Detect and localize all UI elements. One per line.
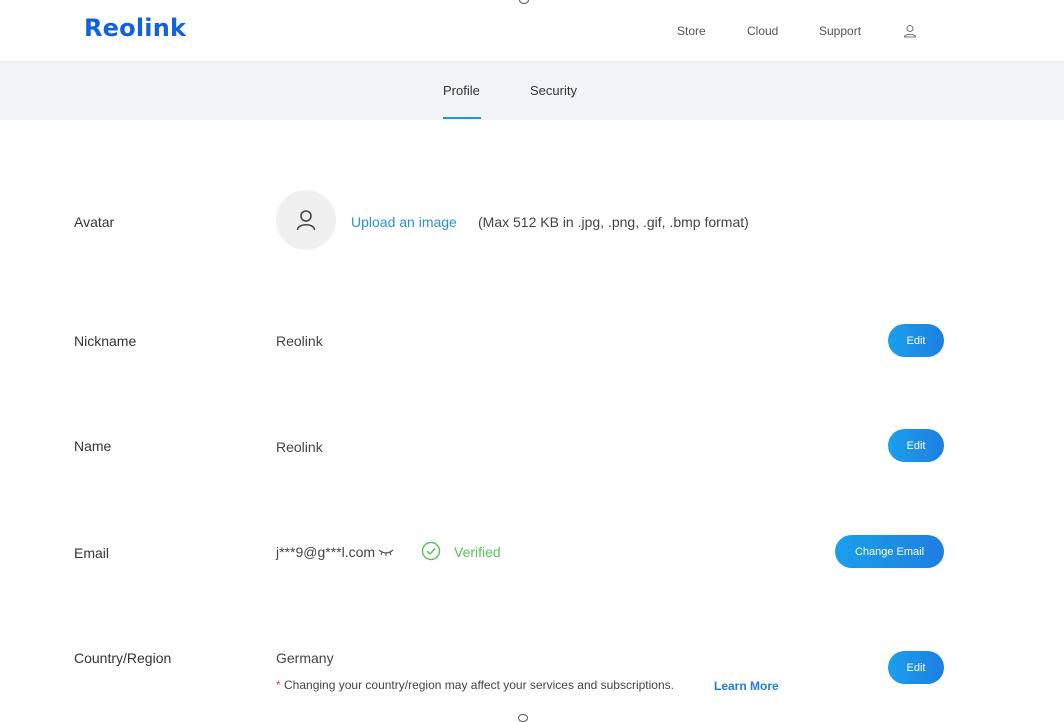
edit-nickname-button[interactable]: Edit — [888, 324, 944, 357]
upload-image-link[interactable]: Upload an image — [351, 214, 457, 230]
user-account-icon[interactable] — [903, 24, 917, 38]
reolink-logo[interactable]: Reolink — [84, 14, 186, 42]
country-change-note: * Changing your country/region may affec… — [276, 678, 674, 692]
top-header: Reolink Store Cloud Support — [0, 0, 1064, 62]
email-value: j***9@g***l.com — [276, 544, 376, 560]
name-label: Name — [74, 438, 112, 454]
name-value: Reolink — [276, 439, 323, 455]
cropped-glyph-bottom — [518, 714, 528, 722]
learn-more-link[interactable]: Learn More — [714, 679, 779, 693]
tab-security[interactable]: Security — [530, 83, 577, 98]
country-label: Country/Region — [74, 650, 172, 666]
upload-format-hint: (Max 512 KB in .jpg, .png, .gif, .bmp fo… — [478, 214, 749, 230]
change-email-button[interactable]: Change Email — [835, 535, 944, 568]
nav-cloud[interactable]: Cloud — [747, 24, 778, 38]
email-label: Email — [74, 545, 110, 561]
verified-status: Verified — [454, 544, 501, 560]
avatar-label: Avatar — [74, 214, 115, 230]
country-value: Germany — [276, 650, 334, 666]
edit-country-button[interactable]: Edit — [888, 651, 944, 684]
nickname-label: Nickname — [74, 333, 137, 349]
nav-store[interactable]: Store — [677, 24, 706, 38]
eye-closed-icon[interactable] — [377, 546, 395, 558]
person-icon — [296, 210, 316, 231]
verified-check-icon — [421, 541, 441, 561]
tab-profile[interactable]: Profile — [443, 83, 480, 98]
active-tab-indicator — [443, 117, 481, 119]
edit-name-button[interactable]: Edit — [888, 429, 944, 462]
nickname-value: Reolink — [276, 333, 323, 349]
account-tabs: Profile Security — [0, 62, 1064, 120]
avatar[interactable] — [276, 190, 336, 250]
nav-support[interactable]: Support — [819, 24, 861, 38]
note-text: Changing your country/region may affect … — [284, 678, 674, 692]
note-asterisk: * — [276, 678, 281, 692]
